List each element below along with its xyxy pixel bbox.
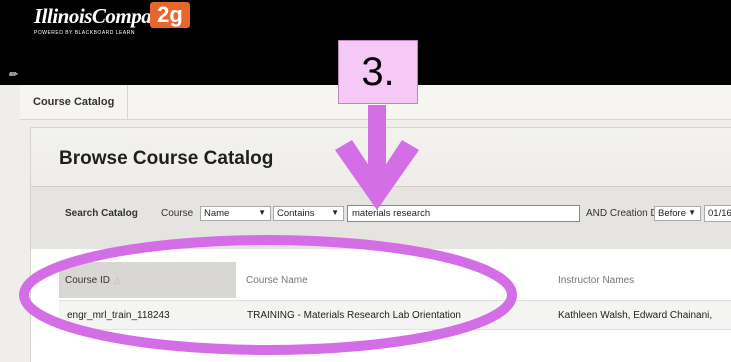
column-header-label: Course ID (65, 274, 111, 286)
tab-course-catalog[interactable]: Course Catalog (20, 85, 129, 119)
column-header-course-id[interactable]: Course ID △ (59, 262, 236, 298)
sort-ascending-icon: △ (114, 274, 121, 285)
page-title: Browse Course Catalog (59, 148, 274, 169)
date-operator-select[interactable]: Before ▼ (654, 206, 701, 221)
search-field-select[interactable]: Name ▼ (200, 206, 271, 221)
panel-header: Browse Course Catalog Search Catalog Cou… (31, 128, 731, 249)
dropdown-arrow-icon: ▼ (258, 208, 266, 217)
search-operator-select[interactable]: Contains ▼ (273, 206, 344, 221)
logo[interactable]: IllinoisCompass (34, 4, 167, 29)
column-header-course-name[interactable]: Course Name (246, 262, 308, 298)
step-callout: 3. (338, 40, 418, 104)
date-input[interactable] (704, 205, 731, 222)
search-bar: Search Catalog Course Name ▼ Contains ▼ … (31, 186, 731, 249)
pin-icon[interactable]: ✏ (8, 68, 17, 81)
date-operator-value: Before (658, 208, 686, 219)
course-id-cell[interactable]: engr_mrl_train_118243 (67, 301, 170, 329)
logo-version-badge: 2g (150, 2, 190, 28)
search-catalog-label: Search Catalog (65, 208, 138, 219)
dropdown-arrow-icon: ▼ (331, 208, 339, 217)
search-input[interactable] (347, 205, 580, 222)
course-label: Course (161, 208, 194, 219)
search-field-value: Name (204, 208, 230, 219)
logo-tagline: Powered by Blackboard Learn (34, 30, 135, 36)
table-header: Course ID △ Course Name Instructor Names (59, 262, 731, 298)
column-header-instructor-names[interactable]: Instructor Names (558, 262, 634, 298)
dropdown-arrow-icon: ▼ (688, 208, 696, 217)
search-operator-value: Contains (277, 208, 315, 219)
table-row[interactable]: engr_mrl_train_118243 TRAINING - Materia… (59, 300, 731, 330)
course-name-cell[interactable]: TRAINING - Materials Research Lab Orient… (247, 301, 461, 329)
instructor-names-cell: Kathleen Walsh, Edward Chainani, (558, 309, 713, 321)
content-panel: Browse Course Catalog Search Catalog Cou… (30, 127, 731, 362)
